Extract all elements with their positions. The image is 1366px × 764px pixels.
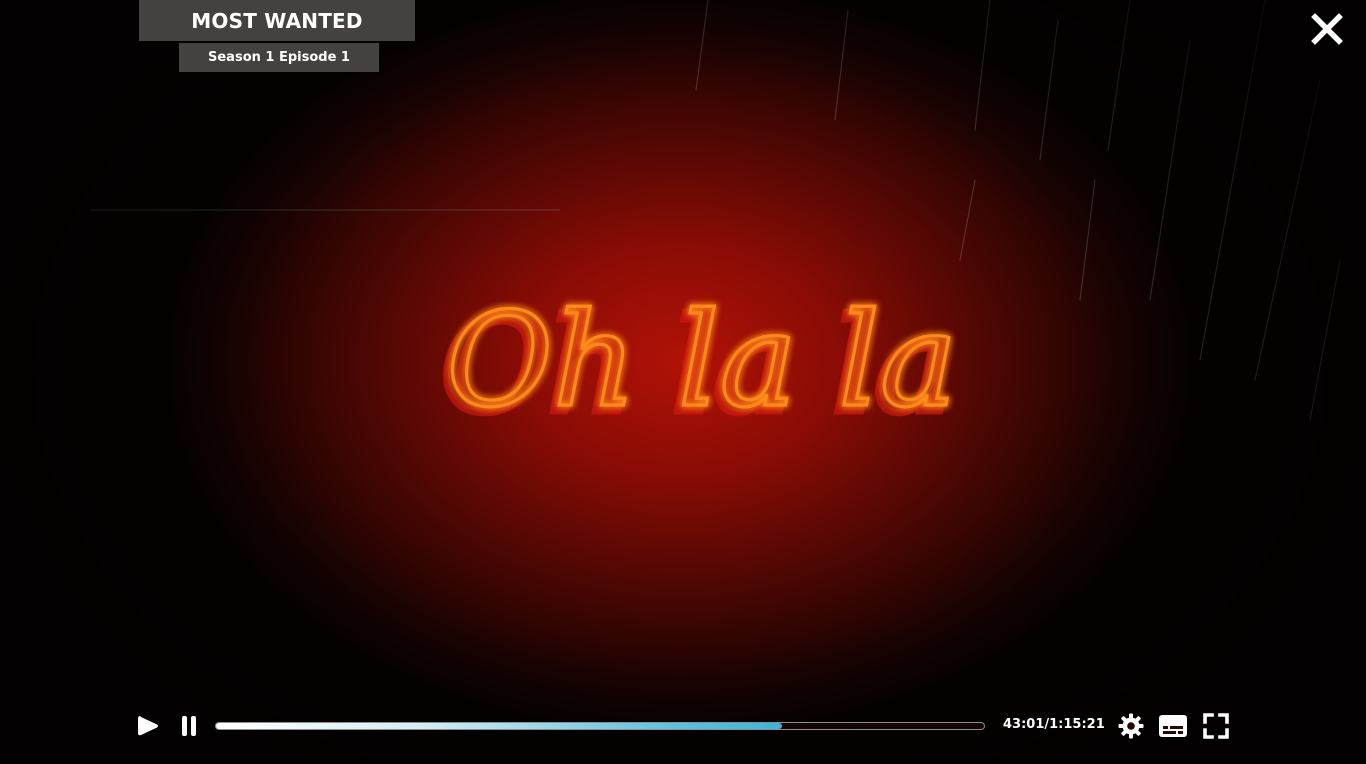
neon-sign: Oh la la Oh la la <box>430 282 970 455</box>
progress-fill <box>216 723 783 729</box>
fullscreen-icon <box>1203 713 1229 739</box>
show-title-text: MOST WANTED <box>191 8 363 33</box>
progress-bar[interactable] <box>215 722 985 730</box>
control-bar: 43:01/1:15:21 <box>0 700 1366 764</box>
subtitles-icon <box>1159 715 1187 737</box>
close-button[interactable] <box>1310 12 1344 46</box>
pause-icon <box>182 716 196 736</box>
episode-label-text: Season 1 Episode 1 <box>208 50 350 65</box>
neon-text: Oh la la <box>446 284 957 436</box>
subtitles-button[interactable] <box>1158 714 1188 738</box>
show-title: MOST WANTED <box>139 0 415 41</box>
play-button[interactable] <box>136 714 162 738</box>
play-icon <box>138 716 158 736</box>
close-icon <box>1311 13 1343 45</box>
fullscreen-button[interactable] <box>1203 713 1229 739</box>
video-player[interactable]: Oh la la Oh la la MOST WANTED Season 1 E… <box>0 0 1366 764</box>
pause-button[interactable] <box>180 714 198 738</box>
settings-button[interactable] <box>1118 713 1144 739</box>
episode-label: Season 1 Episode 1 <box>179 43 379 72</box>
time-display: 43:01/1:15:21 <box>1003 717 1105 732</box>
gear-icon <box>1118 713 1144 739</box>
